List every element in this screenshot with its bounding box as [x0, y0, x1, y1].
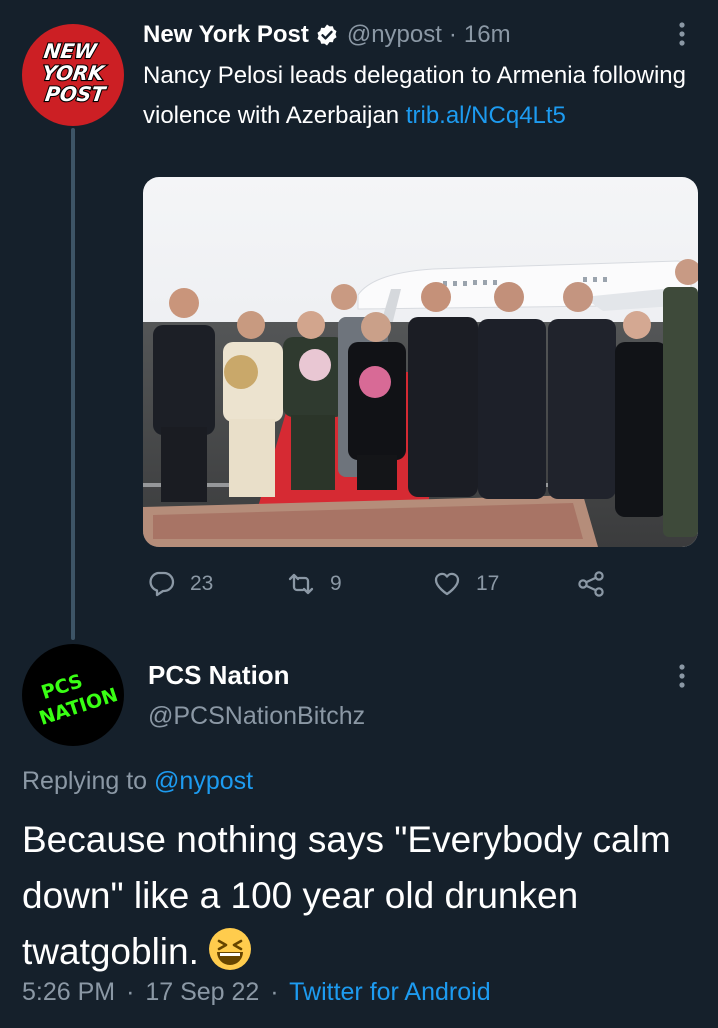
nypost-logo-line-1: NEW	[42, 39, 99, 63]
meta-separator-1: ·	[126, 978, 135, 1006]
replying-prefix: Replying to	[22, 767, 155, 795]
reply-body: Because nothing says "Everybody calm dow…	[22, 819, 671, 972]
tweet-header: New York Post @nypost · 16m	[143, 18, 511, 52]
share-icon	[578, 571, 604, 597]
reply-count: 23	[190, 572, 214, 595]
reply-icon	[149, 571, 175, 597]
reply-action[interactable]: 23	[146, 566, 213, 602]
replying-to: Replying to @nypost	[22, 767, 253, 796]
grinning-squinting-face-icon	[208, 928, 251, 970]
reply-author-name[interactable]: PCS Nation	[148, 660, 290, 691]
tweet-link[interactable]: trib.al/NCq4Lt5	[406, 102, 566, 129]
pcs-nation-avatar[interactable]: PCS NATION	[22, 644, 124, 746]
like-count: 17	[476, 572, 500, 595]
reply-author-handle[interactable]: @PCSNationBitchz	[148, 702, 365, 731]
nypost-logo-line-3: POST	[44, 82, 109, 106]
nypost-avatar[interactable]: NEW YORK POST	[22, 24, 124, 126]
verified-badge-icon	[317, 24, 337, 46]
more-options-icon[interactable]	[678, 21, 686, 47]
reply-more-options-icon[interactable]	[678, 663, 686, 689]
nypost-logo: NEW YORK POST	[40, 38, 111, 107]
reply-source[interactable]: Twitter for Android	[289, 978, 490, 1006]
thread-connector	[71, 128, 75, 640]
tweet-text: Nancy Pelosi leads delegation to Armenia…	[143, 56, 688, 136]
reply-date[interactable]: 17 Sep 22	[145, 978, 259, 1006]
reply-time[interactable]: 5:26 PM	[22, 978, 115, 1006]
reply-text: Because nothing says "Everybody calm dow…	[22, 812, 702, 980]
author-name[interactable]: New York Post	[143, 21, 309, 49]
retweet-icon	[288, 573, 314, 595]
pcs-nation-logo: PCS NATION	[37, 670, 121, 730]
retweet-action[interactable]: 9	[286, 566, 342, 602]
tweet-time[interactable]: 16m	[464, 21, 511, 49]
retweet-count: 9	[330, 572, 342, 595]
share-action[interactable]	[576, 566, 620, 602]
photo-scene	[143, 177, 698, 547]
reply-metadata: 5:26 PM · 17 Sep 22 · Twitter for Androi…	[22, 978, 491, 1007]
tweet-photo[interactable]	[143, 177, 698, 547]
like-icon	[434, 572, 460, 596]
like-action[interactable]: 17	[432, 566, 499, 602]
author-handle[interactable]: @nypost	[347, 21, 442, 49]
meta-separator-2: ·	[270, 978, 279, 1006]
replying-handle-link[interactable]: @nypost	[154, 767, 253, 795]
header-separator: ·	[448, 21, 457, 48]
